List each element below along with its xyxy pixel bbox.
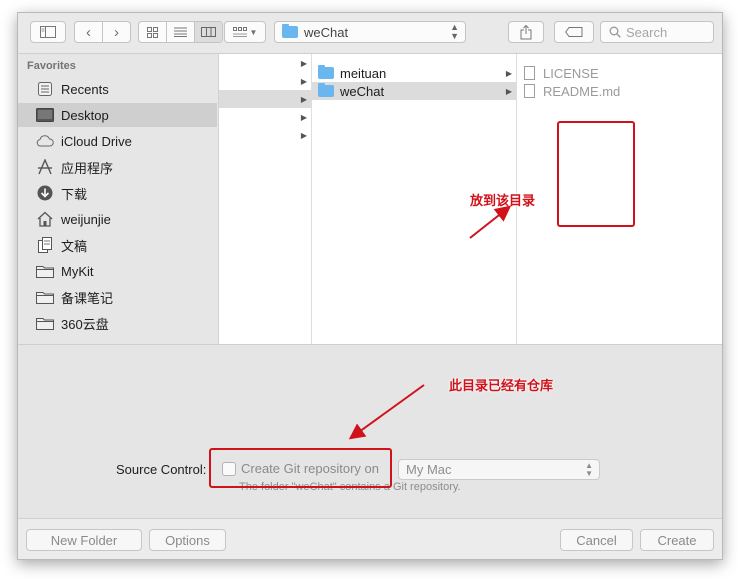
annotation-arrow-place-here — [469, 205, 512, 239]
annotation-arrows — [348, 205, 512, 440]
annotation-arrow-has-repo — [348, 384, 425, 440]
